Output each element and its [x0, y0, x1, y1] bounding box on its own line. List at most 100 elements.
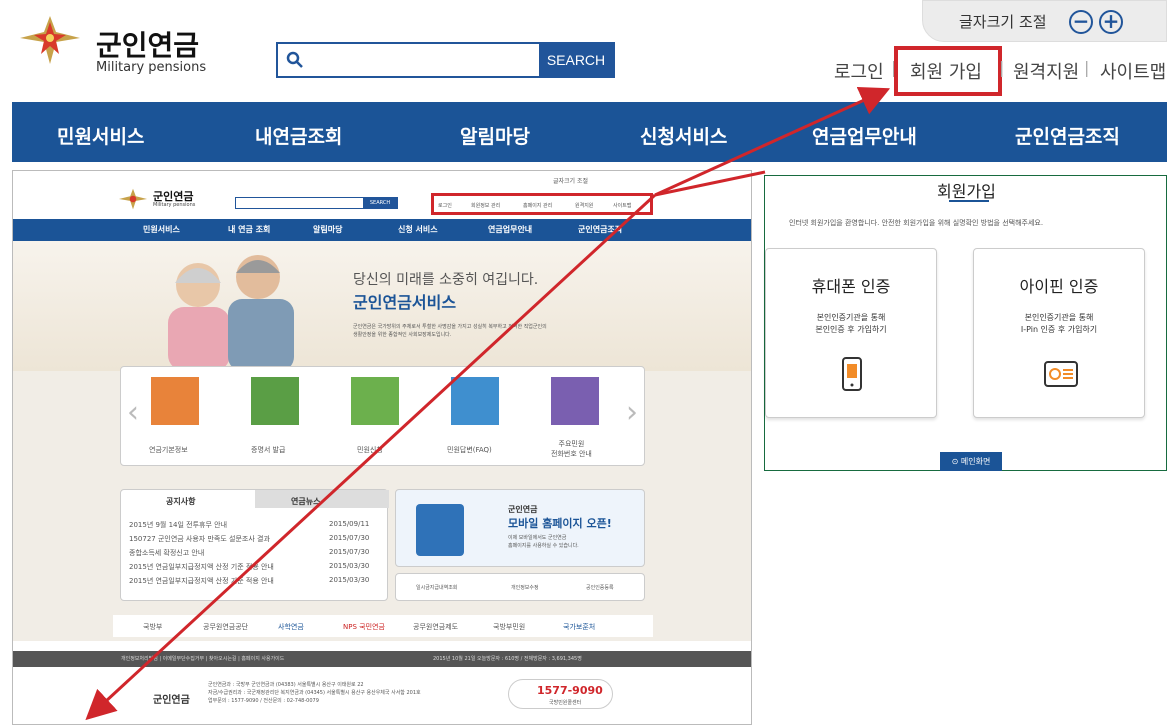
faq-icon: [451, 377, 499, 425]
shot-header: 군인연금 Military pensions SEARCH 글자크기 조절 로그…: [13, 171, 751, 219]
hero-desc1: 군인연금은 국가방위의 주체로서 투철한 사명감을 가지고 성실히 복무하고 전…: [353, 324, 547, 330]
mobile-desc1: 이제 모바일에서도 군인연금: [508, 535, 567, 541]
partner-bar: 국방부 공무원연금공단 사학연금 NPS 국민연금 공무원연금제도 국방부민원 …: [113, 615, 653, 637]
shot-nav-item: 내 연금 조회: [228, 225, 271, 234]
login-link[interactable]: 로그인: [834, 58, 884, 84]
news-tab-bg: [255, 490, 389, 508]
partner-logo: 국방부: [143, 623, 163, 631]
site-header: 군인연금 Military pensions SEARCH 글자크기 조절 − …: [0, 0, 1167, 100]
search-button[interactable]: SEARCH: [539, 44, 613, 76]
quick-link: 일시금지급내역조회: [416, 585, 458, 591]
shot-nav-item: 알림마당: [313, 225, 343, 234]
certificate-icon: [251, 377, 299, 425]
util-divider: |: [1084, 58, 1090, 77]
pension-info-icon: [151, 377, 199, 425]
notice-date: 2015/07/30: [329, 548, 370, 556]
footer-logo: 군인연금: [153, 695, 190, 706]
mobile-desc2: 홈페이지를 사용하실 수 있습니다.: [508, 543, 579, 549]
application-icon: [351, 377, 399, 425]
nav-item-civil-service[interactable]: 민원서비스: [57, 122, 144, 149]
check-circle-icon: ⊙: [951, 457, 959, 466]
nav-item-application[interactable]: 신청서비스: [640, 122, 727, 149]
notice-box: 공지사항 연금뉴스 2015년 9월 14일 전투휴무 안내 2015/09/1…: [120, 489, 389, 601]
phone-auth-card[interactable]: 휴대폰 인증 본인인증기관을 통해 본인인증 후 가입하기: [765, 248, 937, 418]
logo-title[interactable]: 군인연금: [96, 24, 199, 64]
shot-nav: 민원서비스 내 연금 조회 알림마당 신청 서비스 연금업무안내 군인연금조직: [13, 219, 751, 241]
hero-line1: 당신의 미래를 소중히 여깁니다.: [353, 272, 539, 288]
search-input[interactable]: SEARCH: [276, 42, 615, 78]
shot-search-input: SEARCH: [235, 197, 398, 209]
nav-item-notice[interactable]: 알림마당: [460, 122, 530, 149]
util-divider: |: [999, 58, 1005, 77]
logo-subtitle: Military pensions: [96, 60, 207, 75]
font-size-label: 글자크기 조절: [959, 13, 1047, 31]
shot-util-remote: 원격지원: [575, 203, 594, 209]
notice-title: 2015년 연금일부지급정지액 산정 기준 적용 안내: [129, 563, 274, 571]
remote-support-link[interactable]: 원격지원: [1013, 58, 1079, 84]
address-line: 자금/수급권리과 : 국군재정관리단 복지연금과 (04345) 서울특별시 용…: [208, 690, 421, 696]
sitemap-link[interactable]: 사이트맵: [1100, 58, 1166, 84]
partner-logo: 국가보훈처: [563, 623, 596, 631]
partner-logo: NPS 국민연금: [343, 623, 385, 631]
register-link[interactable]: 회원 가입: [910, 58, 982, 84]
prev-arrow-icon: ‹: [127, 395, 139, 430]
emblem-icon: [118, 188, 148, 210]
ipin-auth-title: 아이핀 인증: [1019, 277, 1099, 296]
register-panel: 회원가입 인터넷 회원가입을 환영합니다. 안전한 회원가입을 위해 실명확인 …: [764, 175, 1167, 471]
shot-nav-item: 신청 서비스: [398, 225, 438, 234]
tablet-image: [416, 504, 464, 556]
callcenter-box: 1577-9090 국방민원콜센터: [508, 679, 613, 709]
title-underline: [949, 200, 989, 202]
partner-logo: 사학연금: [278, 623, 304, 631]
senior-couple-image: [168, 255, 294, 371]
register-desc: 인터넷 회원가입을 환영합니다. 안전한 회원가입을 위해 실명확인 방법을 선…: [789, 219, 1044, 227]
shot-nav-item: 군인연금조직: [578, 225, 623, 234]
mobile-line2: 모바일 홈페이지 오픈!: [508, 517, 612, 530]
nav-item-my-pension[interactable]: 내연금조회: [255, 122, 342, 149]
notice-date: 2015/09/11: [329, 520, 370, 528]
shot-hero-banner: 당신의 미래를 소중히 여깁니다. 군인연금서비스 군인연금은 국가방위의 주체…: [13, 241, 751, 371]
main-screen-label: 메인화면: [960, 457, 991, 466]
mobile-line1: 군인연금: [508, 505, 538, 514]
main-nav: 민원서비스 내연금조회 알림마당 신청서비스 연금업무안내 군인연금조직: [12, 102, 1167, 162]
nav-item-pension-guide[interactable]: 연금업무안내: [812, 122, 917, 149]
notice-date: 2015/03/30: [329, 562, 370, 570]
nav-item-organization[interactable]: 군인연금조직: [1015, 122, 1120, 149]
shot-util-login: 로그인: [438, 203, 452, 209]
service-label: 민원신청: [357, 446, 383, 454]
footer-link-bar: 개인정보처리방침 | 이메일무단수집거부 | 찾아오시는길 | 홈페이지 사용가…: [13, 651, 751, 667]
shot-content-band: ‹ › 연금기본정보 증명서 발급 민원신청 민원답변(FAQ) 주요민원 전화…: [13, 366, 751, 651]
hero-desc2: 생활안정을 위한 종합적인 사회보장제도입니다.: [353, 332, 452, 338]
address-line: 업무문의 : 1577-9090 / 전산문의 : 02-748-0079: [208, 698, 319, 704]
service-label: 연금기본정보: [149, 446, 188, 454]
notice-title: 2015년 9월 14일 전투휴무 안내: [129, 521, 228, 529]
notice-tab: 공지사항: [166, 497, 196, 506]
shot-util-homepage: 홈페이지 관리: [523, 203, 553, 209]
shot-footer: 개인정보처리방침 | 이메일무단수집거부 | 찾아오시는길 | 홈페이지 사용가…: [13, 641, 751, 724]
quick-links: 일시금지급내역조회 개인정보수정 공인인증등록: [395, 573, 645, 601]
service-label: 증명서 발급: [251, 446, 286, 454]
ipin-auth-desc1: 본인인증기관을 통해: [1024, 313, 1094, 322]
main-screen-button[interactable]: ⊙ 메인화면: [940, 452, 1002, 471]
shot-search-button: SEARCH: [363, 198, 397, 208]
phone-number: 1577-9090: [537, 684, 603, 697]
partner-logo: 공무원연금공단: [203, 623, 249, 631]
service-label: 민원답변(FAQ): [447, 446, 492, 454]
notice-title: 150727 군인연금 사용자 만족도 설문조사 결과: [129, 535, 270, 543]
font-increase-button[interactable]: +: [1099, 10, 1123, 34]
font-size-control: 글자크기 조절 − +: [922, 0, 1167, 42]
phone-auth-title: 휴대폰 인증: [811, 277, 891, 296]
font-decrease-button[interactable]: −: [1069, 10, 1093, 34]
notice-date: 2015/07/30: [329, 534, 370, 542]
ipin-auth-card[interactable]: 아이핀 인증 본인인증기관을 통해 I-Pin 인증 후 가입하기: [973, 248, 1145, 418]
hero-line2: 군인연금서비스: [353, 293, 457, 312]
service-label: 주요민원 전화번호 안내: [551, 440, 592, 458]
register-title: 회원가입: [937, 182, 996, 201]
notice-title: 2015년 연금일부지급정지액 산정 기준 적용 안내: [129, 577, 274, 585]
phone-auth-desc1: 본인인증기관을 통해: [816, 313, 886, 322]
ipin-card-icon: [1044, 361, 1078, 387]
notice-date: 2015/03/30: [329, 576, 370, 584]
visitor-count: 2015년 10월 21일 오늘방문자 : 610명 / 전체방문자 : 3,6…: [433, 656, 582, 662]
emblem-icon: [20, 16, 80, 64]
shot-nav-item: 민원서비스: [143, 225, 180, 234]
